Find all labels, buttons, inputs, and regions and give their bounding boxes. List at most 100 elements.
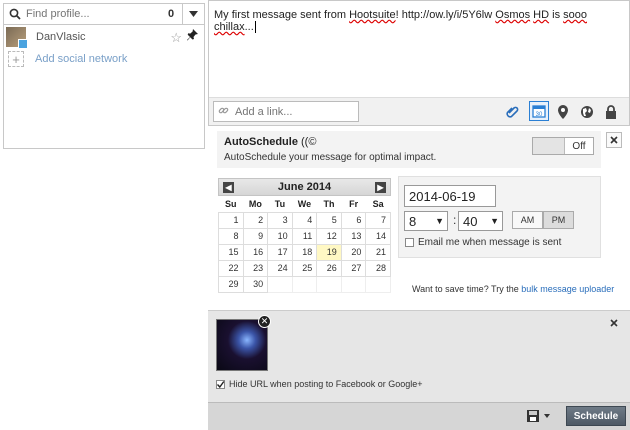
calendar-day[interactable]: 16 xyxy=(242,243,269,261)
pm-button[interactable]: PM xyxy=(543,211,574,229)
hour-select[interactable]: 8 ▼ xyxy=(404,211,448,231)
message-text: HD xyxy=(533,9,550,21)
am-button[interactable]: AM xyxy=(512,211,543,229)
message-text: chillax xyxy=(214,21,245,33)
calendar-day[interactable]: 10 xyxy=(267,227,293,245)
weekday-label: We xyxy=(297,198,312,209)
minute-select[interactable]: 40 ▼ xyxy=(458,211,503,231)
autoschedule-toggle[interactable]: Off xyxy=(532,137,594,155)
message-textarea[interactable]: My first message sent from Hootsuite! ht… xyxy=(214,9,624,33)
calendar-day[interactable]: 1 xyxy=(218,211,244,229)
calendar-day[interactable]: 11 xyxy=(291,227,318,245)
bulk-message-uploader-link[interactable]: bulk message uploader xyxy=(521,284,614,294)
calendar-day[interactable]: 29 xyxy=(218,275,244,293)
calendar-day[interactable]: 7 xyxy=(365,211,391,229)
calendar-day[interactable]: 19 xyxy=(316,243,342,261)
calendar-day[interactable]: 21 xyxy=(365,243,391,261)
calendar-week-row: 15 16 17 18 19 20 21 xyxy=(218,243,391,261)
calendar-empty-cell xyxy=(340,275,367,293)
calendar-day[interactable]: 5 xyxy=(316,211,342,229)
profile-dropdown-button[interactable] xyxy=(182,4,204,24)
calendar-day[interactable]: 23 xyxy=(242,259,269,277)
datetime-panel: 2014-06-19 8 ▼ : 40 ▼ AM PM Email me when … xyxy=(398,176,601,258)
calendar-day[interactable]: 18 xyxy=(291,243,318,261)
add-link-input[interactable] xyxy=(235,105,345,118)
calendar-day[interactable]: 9 xyxy=(242,227,269,245)
calendar-month-title: June 2014 xyxy=(277,181,332,193)
add-social-network-link[interactable]: Add social network xyxy=(35,53,127,65)
calendar-day[interactable]: 2 xyxy=(242,211,269,229)
attachment-icon[interactable] xyxy=(504,103,522,121)
star-icon[interactable]: ☆ xyxy=(170,30,182,46)
save-draft-icon[interactable] xyxy=(526,409,552,426)
calendar-day[interactable]: 4 xyxy=(291,211,318,229)
calendar-day[interactable]: 15 xyxy=(218,243,244,261)
calendar-day[interactable]: 14 xyxy=(365,227,391,245)
calendar-empty-cell xyxy=(365,275,391,293)
message-text: Hootsuite xyxy=(349,9,396,21)
time-separator: : xyxy=(453,213,457,227)
email-notify-checkbox[interactable] xyxy=(405,238,414,247)
calendar-day[interactable]: 17 xyxy=(267,243,293,261)
calendar-week-row: 1234567 xyxy=(218,211,391,229)
close-schedule-button[interactable] xyxy=(606,132,622,148)
link-icon xyxy=(218,105,229,119)
calendar-week-row: 22 23 24 25 26 27 28 xyxy=(218,259,391,277)
calendar-day[interactable]: 12 xyxy=(316,227,342,245)
schedule-calendar-icon[interactable]: 30 xyxy=(529,101,549,121)
location-pin-icon[interactable] xyxy=(554,103,572,121)
close-attachment-button[interactable] xyxy=(606,315,622,331)
profile-panel: 0 DanVlasic ☆ + Add social network xyxy=(3,3,205,149)
globe-icon[interactable] xyxy=(578,103,596,121)
weekday-label: Mo xyxy=(248,198,262,209)
message-link: http://ow.ly/i/5Y6lw xyxy=(401,9,493,21)
autoschedule-title-text: AutoSchedule xyxy=(224,136,298,148)
hide-url-label: Hide URL when posting to Facebook or Goo… xyxy=(229,379,423,389)
text-cursor xyxy=(254,21,256,33)
message-text: sooo xyxy=(563,9,587,21)
remove-image-button[interactable]: ✕ xyxy=(258,315,271,328)
calendar-header: ◀ June 2014 ▶ xyxy=(218,178,391,196)
email-notify-label: Email me when message is sent xyxy=(418,237,562,248)
profile-item-danvlasic[interactable]: DanVlasic ☆ xyxy=(4,25,204,49)
hide-url-checkbox[interactable] xyxy=(216,379,225,389)
selected-profile-count: 0 xyxy=(167,8,175,20)
calendar-day[interactable]: 22 xyxy=(218,259,244,277)
add-link-field[interactable] xyxy=(213,101,359,122)
calendar-day[interactable]: 26 xyxy=(316,259,342,277)
calendar-empty-cell xyxy=(291,275,318,293)
next-month-button[interactable]: ▶ xyxy=(375,182,386,193)
calendar-day[interactable]: 30 xyxy=(242,275,269,293)
email-notify-row[interactable]: Email me when message is sent xyxy=(405,237,561,248)
message-text: My first message sent from xyxy=(214,9,350,21)
calendar-day-badge: 30 xyxy=(536,112,543,118)
hour-value: 8 xyxy=(409,213,417,229)
pin-icon[interactable] xyxy=(187,29,198,44)
profile-search-input[interactable] xyxy=(26,8,164,20)
add-social-network-row[interactable]: + Add social network xyxy=(4,49,204,69)
calendar-day[interactable]: 20 xyxy=(340,243,367,261)
lock-icon[interactable] xyxy=(602,103,620,121)
date-input[interactable]: 2014-06-19 xyxy=(404,185,496,207)
calendar-day[interactable]: 13 xyxy=(340,227,367,245)
calendar-empty-cell xyxy=(267,275,293,293)
search-icon[interactable] xyxy=(4,8,26,20)
autoschedule-title: AutoSchedule ((© xyxy=(224,136,316,148)
calendar-day[interactable]: 3 xyxy=(267,211,293,229)
calendar-day[interactable]: 6 xyxy=(340,211,367,229)
chevron-down-icon: ▼ xyxy=(490,216,499,226)
hide-url-row[interactable]: Hide URL when posting to Facebook or Goo… xyxy=(216,379,423,389)
schedule-button[interactable]: Schedule xyxy=(566,406,626,426)
calendar-day[interactable]: 27 xyxy=(340,259,367,277)
profile-search-row: 0 xyxy=(4,4,204,25)
calendar-day[interactable]: 8 xyxy=(218,227,244,245)
attachment-area: ✕ Hide URL when posting to Facebook or G… xyxy=(208,310,630,402)
calendar-day[interactable]: 24 xyxy=(267,259,293,277)
calendar-day[interactable]: 25 xyxy=(291,259,318,277)
message-text: is xyxy=(549,9,564,21)
calendar-day[interactable]: 28 xyxy=(365,259,391,277)
toggle-label: Off xyxy=(572,140,586,152)
bulk-hint-text: Want to save time? Try the xyxy=(412,284,522,294)
prev-month-button[interactable]: ◀ xyxy=(223,182,234,193)
message-composer[interactable]: My first message sent from Hootsuite! ht… xyxy=(208,0,630,126)
